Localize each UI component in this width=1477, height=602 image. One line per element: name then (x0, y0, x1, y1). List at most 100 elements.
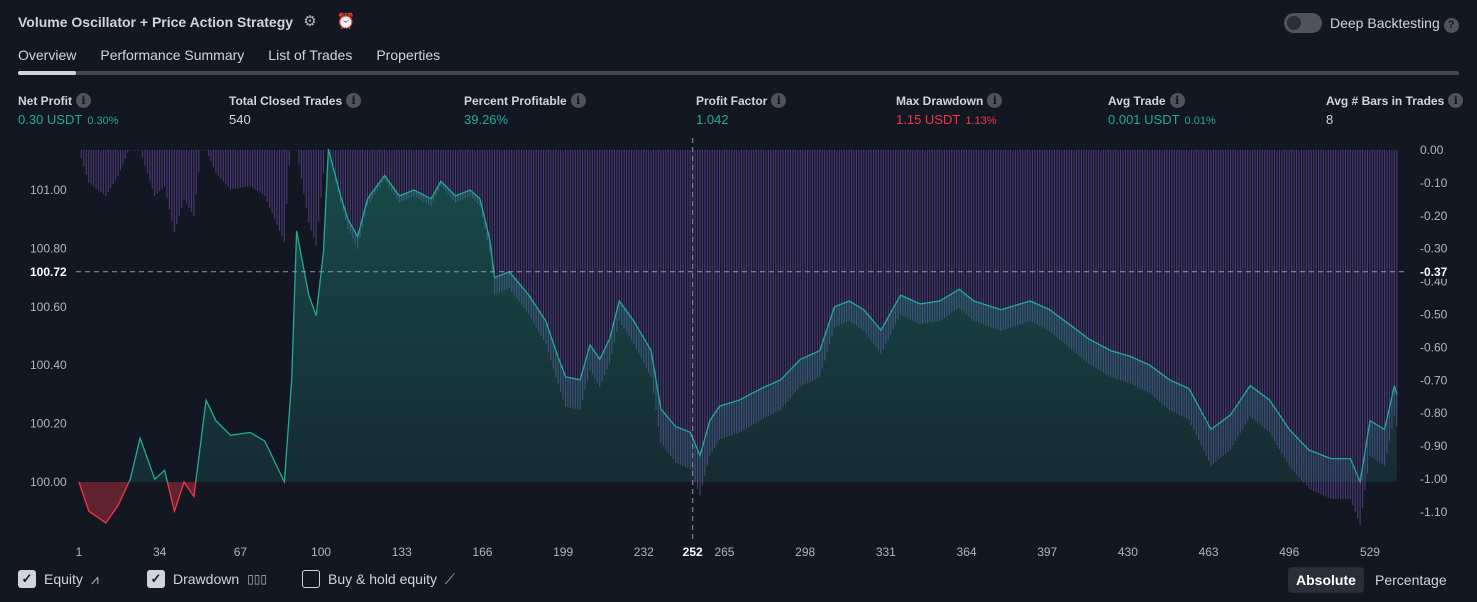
drawdown-bar (701, 150, 703, 486)
drawdown-bar (1119, 150, 1122, 381)
drawdown-bar (234, 150, 236, 189)
drawdown-bar (300, 150, 302, 179)
drawdown-bar (655, 150, 657, 410)
drawdown-bar (354, 150, 356, 244)
equity-chart[interactable]: 100.00 100.20 100.40 100.60 100.80 101.00 0.00… (0, 0, 1477, 602)
drawdown-bar (753, 150, 755, 425)
drawdown-bar (1083, 150, 1085, 360)
absolute-button[interactable]: Absolute (1288, 567, 1364, 593)
drawdown-bar (259, 150, 261, 193)
drawdown-bar (134, 150, 136, 151)
drawdown-bar (596, 150, 598, 383)
drawdown-bar (1313, 150, 1315, 492)
drawdown-bar (251, 150, 254, 188)
drawdown-bar (139, 150, 141, 151)
drawdown-bar (181, 150, 183, 208)
left-axis-tick: 100.40 (30, 358, 67, 372)
drawdown-bar (1298, 150, 1300, 478)
drawdown-bar (1183, 150, 1185, 418)
drawdown-bar (657, 150, 659, 427)
drawdown-bar (1212, 150, 1214, 464)
drawdown-bar (1161, 150, 1163, 404)
drawdown-bar (599, 150, 601, 387)
drawdown-bar (195, 150, 197, 195)
drawdown-bar (1129, 150, 1131, 384)
drawdown-bar (1002, 150, 1004, 331)
drawdown-bar (1291, 150, 1293, 469)
drawdown-bar (726, 150, 728, 438)
drawdown-bar (322, 150, 324, 174)
drawdown-bar (503, 150, 505, 291)
drawdown-bar (973, 150, 975, 322)
drawdown-bar (785, 150, 787, 405)
drawdown-bar (853, 150, 855, 325)
drawdown-bar (462, 150, 464, 200)
drawdown-bar (1332, 150, 1334, 499)
legend-buy-hold[interactable]: Buy & hold equity ⟋ (302, 570, 455, 588)
drawdown-bar (291, 150, 293, 151)
left-axis-tick: 100.60 (30, 300, 67, 314)
drawdown-bar (1022, 150, 1024, 324)
drawdown-bar (1173, 150, 1175, 413)
drawdown-bar (325, 150, 327, 151)
drawdown-bar (618, 150, 620, 322)
drawdown-bar (572, 150, 574, 409)
drawdown-bar (1384, 150, 1386, 466)
drawdown-bar (1034, 150, 1036, 324)
drawdown-bar (758, 150, 760, 422)
drawdown-bar (635, 150, 637, 349)
equity-checkbox[interactable]: ✓ (18, 570, 36, 588)
percentage-button[interactable]: Percentage (1367, 567, 1455, 593)
x-axis-tick: 232 (634, 545, 654, 559)
drawdown-bar (1386, 150, 1388, 454)
drawdown-bar (699, 150, 701, 496)
drawdown-bar (193, 150, 195, 216)
drawdown-bar (770, 150, 772, 415)
drawdown-bar (880, 150, 882, 354)
drawdown-bar (1039, 150, 1041, 327)
drawdown-bar (210, 150, 212, 162)
drawdown-bar (1068, 150, 1070, 348)
bar-chart-icon: ▯▯▯ (247, 572, 267, 586)
drawdown-bar (207, 150, 210, 156)
x-axis-tick: 298 (795, 545, 815, 559)
drawdown-bar (626, 150, 628, 333)
drawdown-bar (736, 150, 738, 434)
drawdown-bar (745, 150, 747, 429)
drawdown-bar (899, 150, 902, 315)
drawdown-bar (1225, 150, 1227, 454)
drawdown-bar (528, 150, 530, 315)
drawdown-bar (469, 150, 471, 197)
legend-equity[interactable]: ✓ Equity ⩘ (18, 570, 99, 588)
right-axis-tick: -0.30 (1420, 242, 1448, 256)
drawdown-bar (586, 150, 589, 381)
drawdown-bar (1168, 150, 1170, 410)
drawdown-bar (283, 150, 285, 243)
right-axis-tick: -0.70 (1420, 373, 1448, 387)
drawdown-bar (1276, 150, 1278, 446)
drawdown-bar (190, 150, 192, 212)
buy-hold-checkbox[interactable] (302, 570, 320, 588)
drawdown-bar (229, 150, 232, 190)
drawdown-bar (579, 150, 581, 410)
drawdown-bar (591, 150, 593, 375)
drawdown-bar (1303, 150, 1305, 484)
legend-drawdown[interactable]: ✓ Drawdown ▯▯▯ (147, 570, 267, 588)
drawdown-bar (1308, 150, 1310, 489)
drawdown-checkbox[interactable]: ✓ (147, 570, 165, 588)
drawdown-bar (533, 150, 535, 323)
x-axis-tick: 463 (1199, 545, 1219, 559)
drawdown-bar (516, 150, 518, 299)
drawdown-bar (459, 150, 461, 201)
drawdown-bar (97, 150, 100, 191)
drawdown-bar (1366, 150, 1369, 474)
drawdown-bar (1090, 150, 1092, 366)
drawdown-bar (1205, 150, 1207, 456)
drawdown-bar (530, 150, 532, 319)
drawdown-bar (826, 150, 828, 353)
drawdown-bar (755, 150, 757, 423)
drawdown-bar (178, 150, 180, 216)
drawdown-bar (965, 150, 968, 315)
drawdown-bar (1359, 150, 1361, 526)
drawdown-bar (212, 150, 214, 168)
